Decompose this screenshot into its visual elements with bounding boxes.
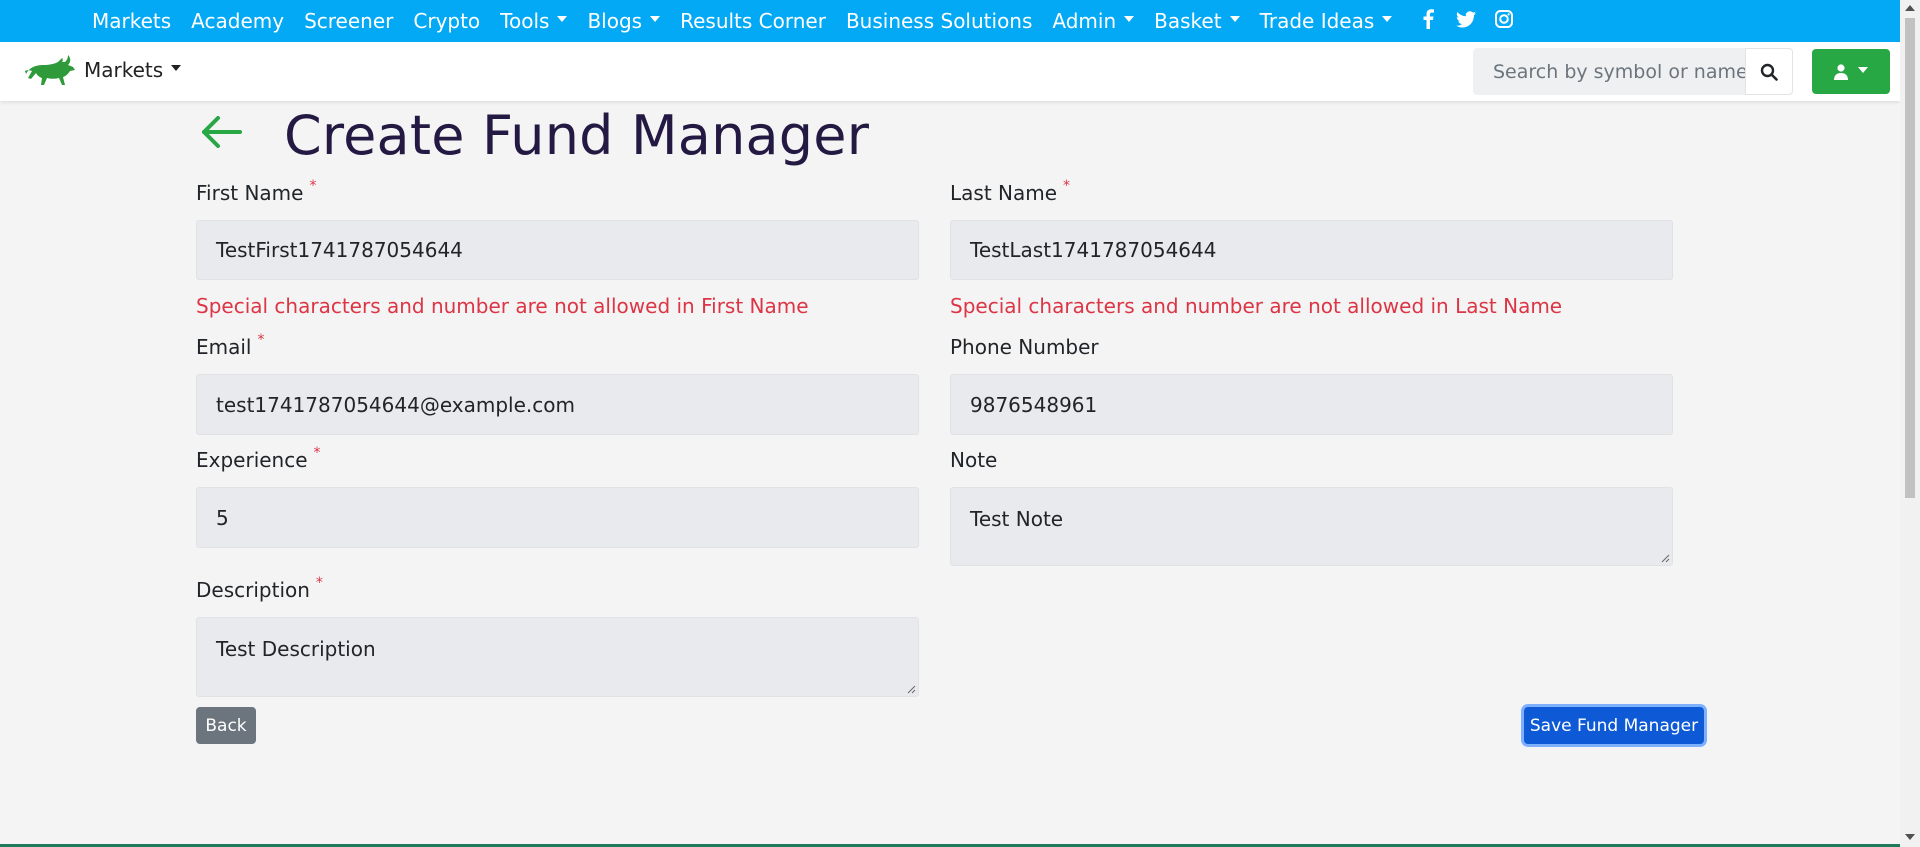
nav-item-basket[interactable]: Basket — [1154, 9, 1240, 33]
email-label: Email * — [196, 332, 265, 359]
note-textarea[interactable]: Test Note — [950, 487, 1673, 566]
nav-item-blogs[interactable]: Blogs — [587, 9, 661, 33]
first-name-label: First Name * — [196, 178, 317, 205]
nav-item-business-solutions[interactable]: Business Solutions — [846, 9, 1032, 33]
description-value: Test Description — [216, 637, 376, 661]
last-name-field[interactable]: TestLast1741787054644 — [950, 220, 1673, 280]
phone-field[interactable]: 9876548961 — [950, 374, 1673, 435]
chevron-down-icon — [1382, 16, 1393, 22]
resize-handle-icon[interactable] — [1660, 553, 1670, 563]
chevron-down-icon — [1229, 16, 1240, 22]
chevron-down-icon — [557, 16, 568, 22]
nav-item-admin[interactable]: Admin — [1052, 9, 1135, 33]
last-name-value: TestLast1741787054644 — [970, 238, 1217, 262]
search-button[interactable] — [1745, 48, 1793, 95]
phone-label-text: Phone Number — [950, 335, 1099, 359]
chevron-down-icon — [650, 16, 661, 22]
nav-item-tools[interactable]: Tools — [500, 9, 568, 33]
description-label-text: Description — [196, 578, 310, 602]
nav-item-academy[interactable]: Academy — [191, 9, 284, 33]
phone-value: 9876548961 — [970, 392, 1098, 417]
search-input[interactable] — [1473, 47, 1765, 96]
nav-item-label: Admin — [1052, 9, 1117, 33]
nav-item-crypto[interactable]: Crypto — [413, 9, 480, 33]
nav-item-screener[interactable]: Screener — [304, 9, 393, 33]
first-name-value: TestFirst1741787054644 — [216, 238, 463, 262]
nav-item-label: Business Solutions — [845, 9, 1033, 33]
experience-field[interactable]: 5 — [196, 487, 919, 548]
brand-label: Markets — [84, 58, 164, 82]
experience-label-text: Experience — [196, 448, 308, 472]
nav-item-label: Tools — [500, 9, 550, 33]
user-menu-button[interactable] — [1812, 49, 1890, 94]
last-name-label-text: Last Name — [950, 181, 1058, 205]
nav-item-label: Screener — [304, 9, 394, 33]
required-asterisk: * — [315, 575, 323, 591]
required-asterisk: * — [313, 445, 321, 461]
back-button[interactable]: Back — [196, 707, 256, 744]
first-name-error: Special characters and number are not al… — [196, 294, 809, 318]
last-name-label: Last Name * — [950, 178, 1071, 205]
page-title: Create Fund Manager — [284, 104, 870, 167]
nav-item-results-corner[interactable]: Results Corner — [680, 9, 826, 33]
required-asterisk: * — [257, 332, 265, 348]
required-asterisk: * — [1063, 178, 1071, 194]
instagram-icon[interactable] — [1494, 8, 1514, 30]
required-asterisk: * — [309, 178, 317, 194]
bull-logo-icon — [25, 55, 75, 85]
nav-item-label: Crypto — [413, 9, 481, 33]
last-name-error: Special characters and number are not al… — [950, 294, 1563, 318]
first-name-label-text: First Name — [196, 181, 304, 205]
brand-dropdown[interactable]: Markets — [22, 52, 182, 88]
email-value: test1741787054644@example.com — [216, 392, 575, 417]
note-label-text: Note — [950, 448, 998, 472]
twitter-icon[interactable] — [1456, 8, 1476, 30]
scrollbar-thumb[interactable] — [1905, 18, 1915, 498]
scroll-down-arrow-icon[interactable] — [1905, 834, 1915, 840]
email-label-text: Email — [196, 335, 252, 359]
nav-item-label: Academy — [191, 9, 285, 33]
chevron-down-icon — [171, 65, 182, 71]
description-textarea[interactable]: Test Description — [196, 617, 919, 697]
top-nav-items: Markets Academy Screener Crypto Tools Bl… — [92, 9, 1412, 33]
experience-value: 5 — [216, 505, 229, 530]
user-icon — [1834, 63, 1848, 80]
save-fund-manager-button[interactable]: Save Fund Manager — [1524, 707, 1704, 744]
nav-item-label: Trade Ideas — [1259, 9, 1375, 33]
scroll-up-arrow-icon[interactable] — [1905, 5, 1915, 11]
page-scrollbar[interactable] — [1900, 0, 1920, 847]
note-label: Note — [950, 448, 997, 472]
nav-item-label: Basket — [1154, 9, 1222, 33]
phone-label: Phone Number — [950, 335, 1099, 359]
nav-item-trade-ideas[interactable]: Trade Ideas — [1260, 9, 1393, 33]
secondary-header: Markets — [0, 42, 1900, 101]
back-arrow-icon[interactable] — [200, 114, 242, 150]
chevron-down-icon — [1858, 66, 1868, 73]
top-navbar: Markets Academy Screener Crypto Tools Bl… — [0, 0, 1900, 42]
search-bar — [1473, 47, 1793, 96]
first-name-field[interactable]: TestFirst1741787054644 — [196, 220, 919, 280]
experience-label: Experience * — [196, 445, 321, 472]
note-value: Test Note — [970, 507, 1064, 531]
search-icon — [1760, 63, 1778, 81]
nav-item-label: Results Corner — [680, 9, 826, 33]
chevron-down-icon — [1124, 16, 1135, 22]
social-links — [1418, 8, 1514, 30]
description-label: Description * — [196, 575, 323, 602]
nav-item-markets[interactable]: Markets — [92, 9, 171, 33]
resize-handle-icon[interactable] — [906, 684, 916, 694]
nav-item-label: Markets — [92, 9, 172, 33]
nav-item-label: Blogs — [587, 9, 643, 33]
facebook-icon[interactable] — [1418, 8, 1438, 30]
email-field[interactable]: test1741787054644@example.com — [196, 374, 919, 435]
